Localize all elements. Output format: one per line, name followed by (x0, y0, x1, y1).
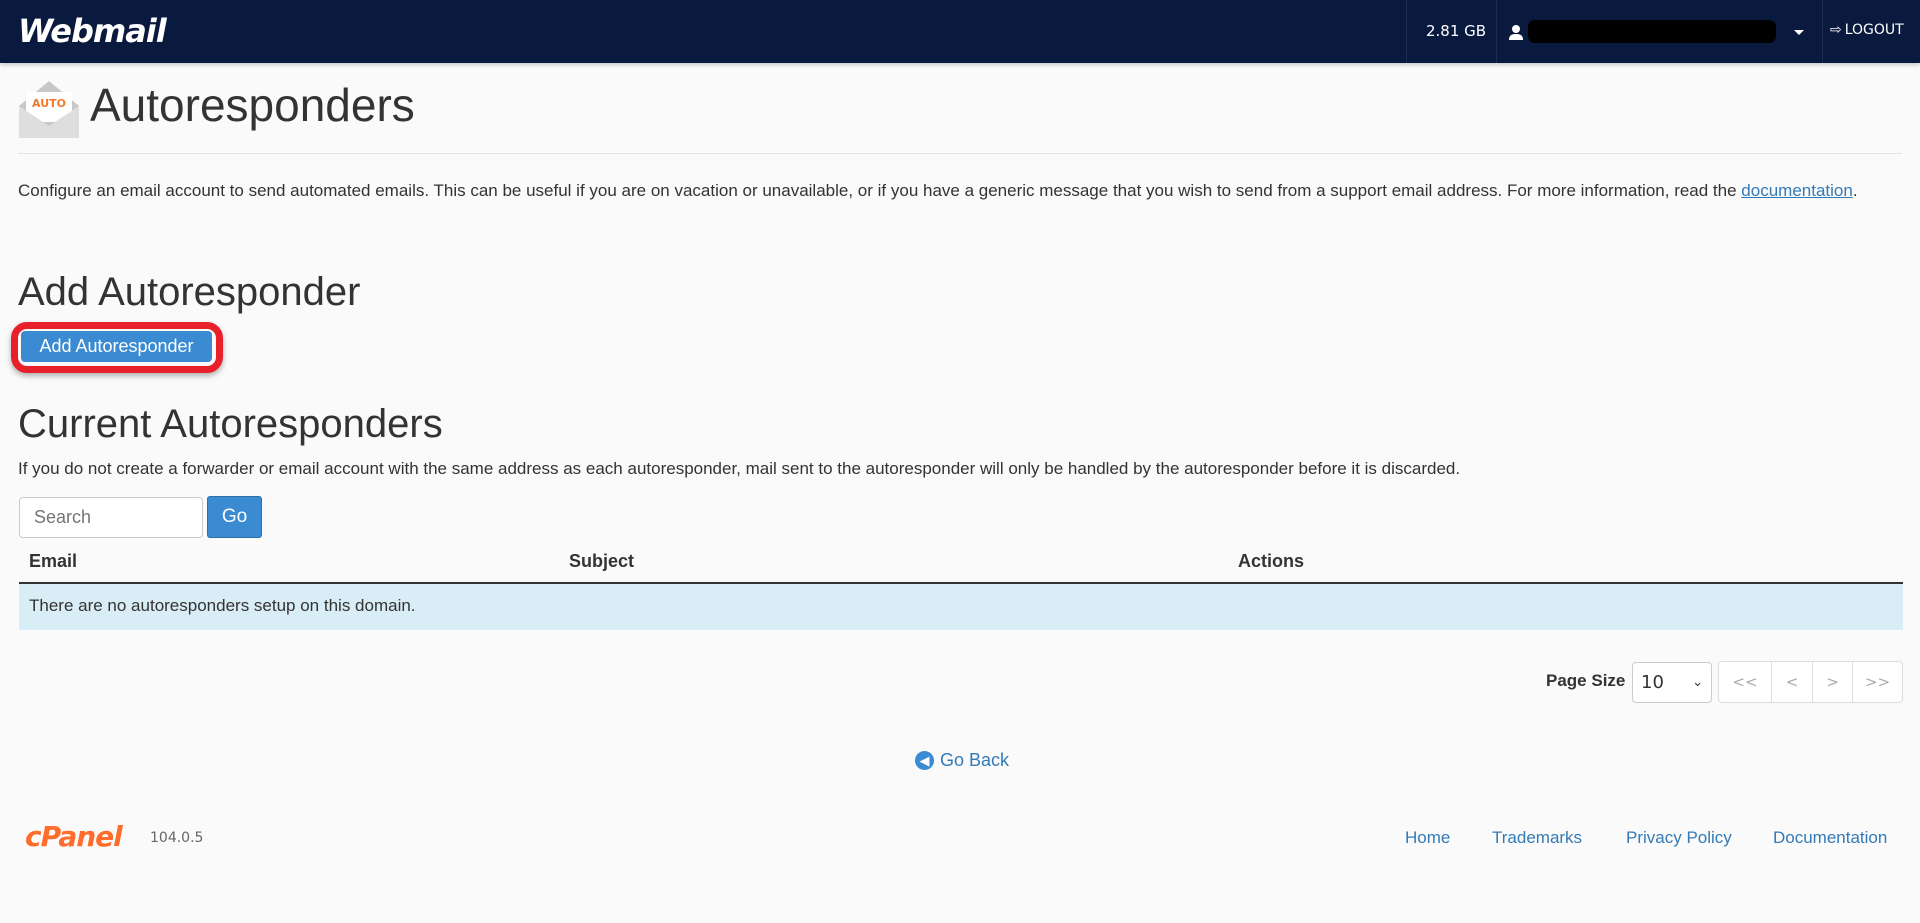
empty-row: There are no autoresponders setup on thi… (19, 584, 1903, 630)
divider (18, 153, 1902, 154)
autoresponder-icon: AUTO (19, 81, 79, 138)
page-title: Autoresponders (90, 79, 415, 131)
documentation-link[interactable]: documentation (1741, 181, 1853, 200)
column-subject[interactable]: Subject (569, 551, 634, 572)
footer-documentation-link[interactable]: Documentation (1773, 828, 1887, 848)
top-bar: Webmail 2.81 GB ⇨ LOGOUT (0, 0, 1920, 63)
svg-text:AUTO: AUTO (32, 97, 66, 110)
next-page-button[interactable]: > (1812, 662, 1852, 702)
chevron-down-icon: ⌄ (1692, 675, 1703, 690)
go-back-link[interactable]: ◀ Go Back (915, 750, 1009, 771)
footer-trademarks-link[interactable]: Trademarks (1492, 828, 1582, 848)
pagination: << < > >> (1718, 661, 1903, 703)
logout-icon: ⇨ (1830, 22, 1842, 38)
add-heading: Add Autoresponder (18, 270, 361, 314)
page-description: Configure an email account to send autom… (18, 181, 1858, 200)
first-page-button[interactable]: << (1719, 662, 1771, 702)
webmail-logo[interactable]: Webmail (18, 12, 167, 50)
disk-quota: 2.81 GB (1426, 22, 1487, 40)
divider (1496, 0, 1497, 63)
search-input[interactable] (19, 497, 203, 538)
page-size-select[interactable]: 10 ⌄ (1632, 662, 1712, 703)
column-email[interactable]: Email (29, 551, 77, 572)
logout-button[interactable]: ⇨ LOGOUT (1830, 22, 1904, 38)
cpanel-logo: cPanel (25, 820, 123, 853)
chevron-down-icon[interactable] (1794, 30, 1804, 40)
go-button[interactable]: Go (207, 496, 262, 538)
footer-home-link[interactable]: Home (1405, 828, 1450, 848)
divider (1406, 0, 1407, 63)
divider (1822, 0, 1823, 63)
last-page-button[interactable]: >> (1852, 662, 1902, 702)
user-menu[interactable] (1508, 20, 1776, 43)
version: 104.0.5 (150, 830, 204, 846)
current-note: If you do not create a forwarder or emai… (18, 459, 1461, 478)
redacted-username (1528, 20, 1776, 43)
user-icon (1509, 24, 1523, 40)
column-actions: Actions (1238, 551, 1305, 571)
footer-privacy-link[interactable]: Privacy Policy (1626, 828, 1732, 848)
arrow-left-circle-icon: ◀ (915, 751, 934, 770)
current-heading: Current Autoresponders (18, 402, 443, 446)
page-size-label: Page Size (1546, 671, 1626, 690)
prev-page-button[interactable]: < (1771, 662, 1812, 702)
add-autoresponder-button[interactable]: Add Autoresponder (21, 331, 212, 362)
